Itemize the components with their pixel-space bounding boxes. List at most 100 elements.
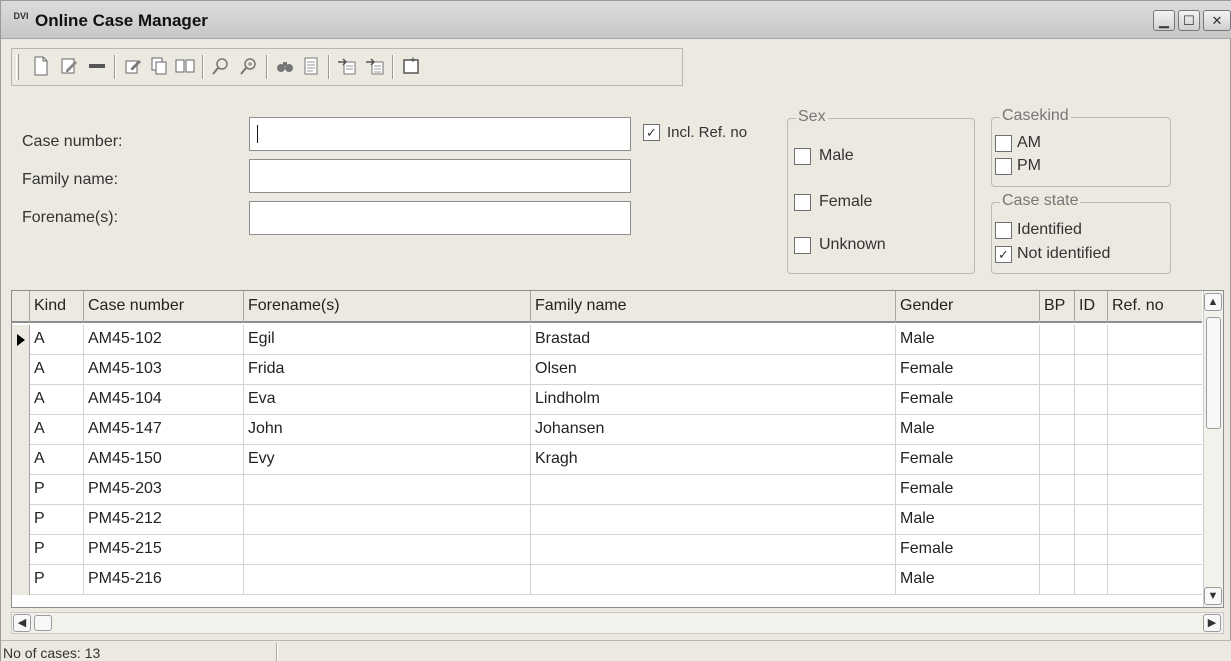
cell-case-number[interactable]: PM45-203 — [84, 475, 244, 505]
cell-gender[interactable]: Female — [896, 355, 1040, 385]
copy-button[interactable] — [148, 56, 170, 78]
edit-button[interactable] — [58, 56, 80, 78]
casekind-pm-checkbox[interactable] — [995, 158, 1012, 175]
cell-kind[interactable]: A — [30, 355, 84, 385]
export-button[interactable] — [336, 56, 358, 78]
cell-family-name[interactable] — [531, 535, 896, 565]
table-row[interactable]: P PM45-215 Female — [12, 535, 1202, 565]
cell-forenames[interactable]: John — [244, 415, 531, 445]
table-row[interactable]: A AM45-102 Egil Brastad Male — [12, 325, 1202, 355]
cell-bp[interactable] — [1040, 505, 1075, 535]
table-row[interactable]: P PM45-203 Female — [12, 475, 1202, 505]
cell-case-number[interactable]: AM45-102 — [84, 325, 244, 355]
scroll-left-button[interactable]: ◀ — [13, 614, 31, 632]
scroll-down-button[interactable]: ▼ — [1204, 587, 1222, 605]
cell-ref-no[interactable] — [1108, 355, 1202, 385]
cell-ref-no[interactable] — [1108, 325, 1202, 355]
casekind-am-checkbox[interactable] — [995, 135, 1012, 152]
cell-forenames[interactable] — [244, 505, 531, 535]
import-button[interactable] — [364, 56, 386, 78]
cell-family-name[interactable] — [531, 505, 896, 535]
cell-gender[interactable]: Female — [896, 475, 1040, 505]
cell-case-number[interactable]: PM45-212 — [84, 505, 244, 535]
cell-kind[interactable]: A — [30, 415, 84, 445]
cell-forenames[interactable]: Frida — [244, 355, 531, 385]
row-selector[interactable] — [12, 355, 30, 385]
cell-bp[interactable] — [1040, 565, 1075, 595]
cell-id[interactable] — [1075, 415, 1108, 445]
cell-kind[interactable]: A — [30, 325, 84, 355]
casestate-identified-checkbox[interactable] — [995, 222, 1012, 239]
cell-kind[interactable]: A — [30, 385, 84, 415]
cell-family-name[interactable]: Lindholm — [531, 385, 896, 415]
cell-kind[interactable]: A — [30, 445, 84, 475]
cell-bp[interactable] — [1040, 325, 1075, 355]
column-header-forenames[interactable]: Forename(s) — [244, 291, 531, 323]
row-selector[interactable] — [12, 415, 30, 445]
cell-id[interactable] — [1075, 325, 1108, 355]
row-selector[interactable] — [12, 445, 30, 475]
table-row[interactable]: A AM45-147 John Johansen Male — [12, 415, 1202, 445]
column-header-bp[interactable]: BP — [1040, 291, 1075, 323]
cell-forenames[interactable] — [244, 475, 531, 505]
cell-kind[interactable]: P — [30, 505, 84, 535]
cell-ref-no[interactable] — [1108, 415, 1202, 445]
cell-id[interactable] — [1075, 505, 1108, 535]
cell-gender[interactable]: Male — [896, 325, 1040, 355]
cell-forenames[interactable]: Evy — [244, 445, 531, 475]
cell-forenames[interactable] — [244, 535, 531, 565]
cell-family-name[interactable] — [531, 565, 896, 595]
sex-female-checkbox[interactable] — [794, 194, 811, 211]
new-document-button[interactable] — [30, 56, 52, 78]
close-button[interactable]: ✕ — [1203, 10, 1231, 31]
new-window-button[interactable] — [400, 56, 422, 78]
cell-family-name[interactable]: Brastad — [531, 325, 896, 355]
cell-id[interactable] — [1075, 535, 1108, 565]
cell-family-name[interactable]: Kragh — [531, 445, 896, 475]
column-header-id[interactable]: ID — [1075, 291, 1108, 323]
cell-id[interactable] — [1075, 445, 1108, 475]
vertical-scrollbar[interactable]: ▲ ▼ — [1203, 291, 1223, 607]
cell-kind[interactable]: P — [30, 535, 84, 565]
cell-id[interactable] — [1075, 475, 1108, 505]
cell-bp[interactable] — [1040, 475, 1075, 505]
search-button[interactable] — [210, 56, 232, 78]
column-header-family-name[interactable]: Family name — [531, 291, 896, 323]
open-book-button[interactable] — [174, 56, 196, 78]
cell-ref-no[interactable] — [1108, 385, 1202, 415]
title-bar[interactable]: DVI Online Case Manager ▁ ☐ ✕ — [1, 1, 1231, 39]
remove-button[interactable] — [86, 56, 108, 78]
column-header-case-number[interactable]: Case number — [84, 291, 244, 323]
cell-forenames[interactable] — [244, 565, 531, 595]
cell-ref-no[interactable] — [1108, 565, 1202, 595]
maximize-button[interactable]: ☐ — [1178, 10, 1200, 31]
search-advanced-button[interactable] — [238, 56, 260, 78]
cell-bp[interactable] — [1040, 535, 1075, 565]
column-header-kind[interactable]: Kind — [30, 291, 84, 323]
cell-kind[interactable]: P — [30, 475, 84, 505]
toolbar-grip[interactable] — [16, 54, 19, 80]
cell-bp[interactable] — [1040, 385, 1075, 415]
table-row[interactable]: A AM45-104 Eva Lindholm Female — [12, 385, 1202, 415]
cell-case-number[interactable]: PM45-215 — [84, 535, 244, 565]
row-selector[interactable] — [12, 505, 30, 535]
row-selector[interactable] — [12, 475, 30, 505]
row-selector[interactable] — [12, 565, 30, 595]
case-number-input[interactable] — [249, 117, 631, 151]
table-row[interactable]: A AM45-150 Evy Kragh Female — [12, 445, 1202, 475]
cell-gender[interactable]: Female — [896, 385, 1040, 415]
print-preview-button[interactable] — [274, 56, 296, 78]
table-row[interactable]: P PM45-212 Male — [12, 505, 1202, 535]
sex-unknown-checkbox[interactable] — [794, 237, 811, 254]
casestate-not-identified-checkbox[interactable]: ✓ — [995, 246, 1012, 263]
report-button[interactable] — [300, 56, 322, 78]
vertical-scroll-thumb[interactable] — [1206, 317, 1221, 429]
cell-case-number[interactable]: AM45-103 — [84, 355, 244, 385]
edit-record-button[interactable] — [122, 56, 144, 78]
horizontal-scroll-thumb[interactable] — [34, 615, 52, 631]
column-header-ref-no[interactable]: Ref. no — [1108, 291, 1202, 323]
horizontal-scrollbar[interactable]: ◀ ▶ — [11, 612, 1224, 634]
cell-family-name[interactable]: Olsen — [531, 355, 896, 385]
cell-gender[interactable]: Male — [896, 505, 1040, 535]
cell-gender[interactable]: Female — [896, 445, 1040, 475]
